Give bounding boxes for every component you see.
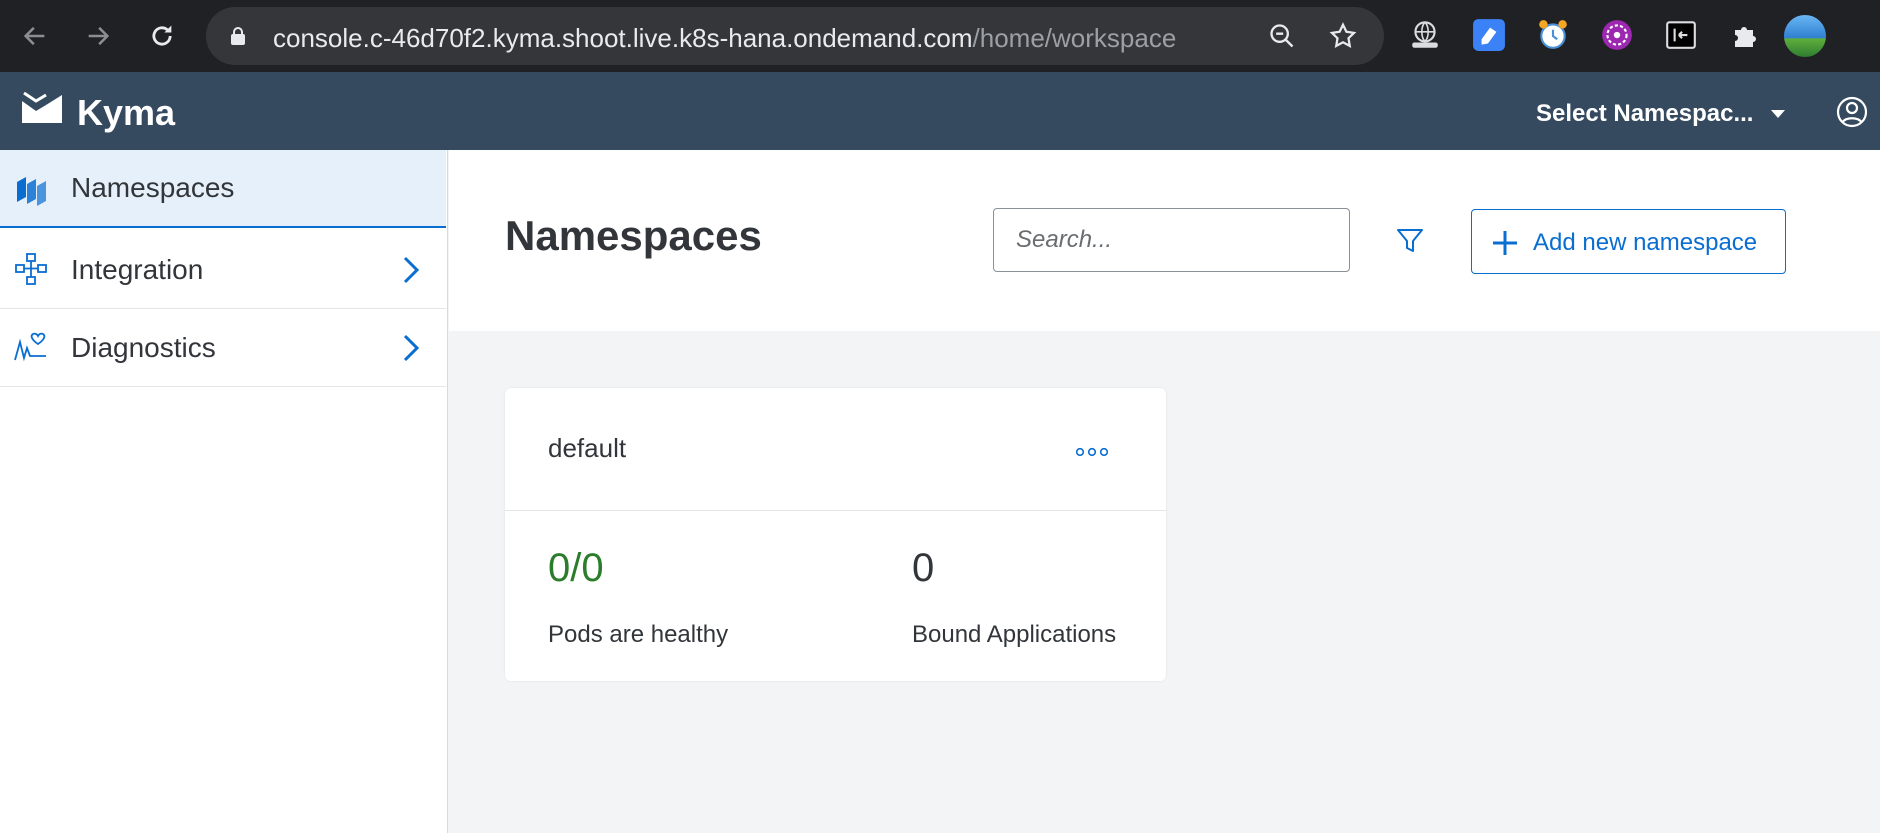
sidebar-item-label: Namespaces [71, 172, 235, 203]
reload-icon [152, 25, 172, 46]
sidebar-item-label: Diagnostics [71, 331, 216, 363]
side-navigation: Namespaces Integration Diagnostics [0, 150, 448, 833]
back-arrow-icon [23, 26, 45, 46]
sidebar-toggle-icon[interactable] [1662, 16, 1700, 54]
sidebar-item-label: Integration [71, 253, 204, 285]
url-text: console.c-46d70f2.kyma.shoot.live.k8s-ha… [273, 23, 1176, 54]
sidebar-item-namespaces[interactable]: Namespaces [0, 150, 446, 228]
lock-icon [231, 27, 245, 45]
add-namespace-label: Add new namespace [1533, 229, 1758, 256]
forward-arrow-icon [88, 26, 110, 46]
zoom-icon[interactable] [1268, 22, 1296, 50]
chevron-right-icon [403, 334, 420, 362]
alarm-clock-icon[interactable] [1534, 16, 1572, 54]
sidebar-item-integration[interactable]: Integration [0, 231, 446, 309]
caret-down-icon [1771, 110, 1786, 118]
brand-title[interactable]: Kyma [77, 92, 175, 134]
bookmark-star-icon[interactable] [1328, 21, 1358, 51]
globe-hand-icon[interactable] [1406, 16, 1444, 54]
chevron-right-icon [403, 256, 420, 284]
kyma-logo-icon[interactable] [20, 89, 64, 129]
user-account-icon[interactable] [1836, 96, 1868, 128]
url-path: /home/workspace [972, 23, 1177, 53]
back-button[interactable] [17, 18, 53, 54]
blue-tag-icon[interactable] [1470, 16, 1508, 54]
page-header: Namespaces Add new namespace [449, 150, 1880, 331]
address-bar[interactable]: console.c-46d70f2.kyma.shoot.live.k8s-ha… [206, 7, 1384, 65]
forward-button[interactable] [80, 18, 116, 54]
more-options-icon[interactable] [1075, 446, 1109, 458]
browser-toolbar: console.c-46d70f2.kyma.shoot.live.k8s-ha… [0, 0, 1880, 72]
namespace-select[interactable]: Select Namespac... [1536, 100, 1786, 128]
shell-bar: Kyma Select Namespac... [0, 72, 1880, 150]
url-host: console.c-46d70f2.kyma.shoot.live.k8s-ha… [273, 23, 973, 53]
card-divider [505, 510, 1166, 511]
search-input[interactable] [993, 208, 1350, 272]
filter-icon[interactable] [1395, 226, 1425, 256]
namespace-select-label: Select Namespac... [1536, 100, 1754, 127]
namespace-card[interactable]: default 0/0 Pods are healthy 0 Bound App… [505, 388, 1166, 681]
integration-icon [15, 253, 47, 285]
reload-button[interactable] [144, 18, 180, 54]
puzzle-icon[interactable] [1726, 16, 1764, 54]
plus-icon [1493, 231, 1517, 255]
bound-apps-count: 0 [912, 546, 935, 590]
page-title: Namespaces [505, 212, 762, 259]
namespaces-icon [17, 177, 46, 206]
diagnostics-icon [14, 332, 46, 362]
namespace-name: default [548, 433, 627, 463]
pods-label: Pods are healthy [548, 621, 729, 648]
pods-count: 0/0 [548, 546, 604, 590]
sidebar-item-diagnostics[interactable]: Diagnostics [0, 309, 446, 387]
profile-avatar-icon[interactable] [1782, 13, 1828, 59]
purple-circle-icon[interactable] [1598, 16, 1636, 54]
bound-apps-label: Bound Applications [912, 621, 1117, 648]
add-namespace-button[interactable]: Add new namespace [1471, 209, 1786, 274]
